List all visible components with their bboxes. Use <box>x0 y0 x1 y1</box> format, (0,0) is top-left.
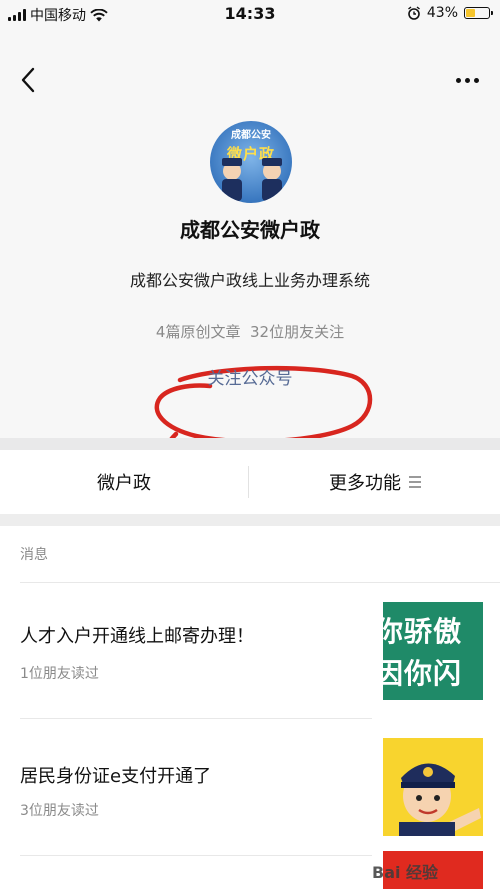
section-separator <box>0 514 500 526</box>
battery-fill <box>466 9 476 17</box>
account-stats: 4篇原创文章 32位朋友关注 <box>155 323 345 341</box>
thumbnail-text: 因你闪 <box>383 657 463 690</box>
menu-icon <box>409 476 421 488</box>
messages-header: 消息 <box>20 547 48 563</box>
avatar: 成都公安 微户政 <box>210 121 292 203</box>
article-read-count: 3位朋友读过 <box>20 803 99 819</box>
police-cartoon-icon <box>399 763 481 836</box>
chevron-left-icon <box>21 67 35 93</box>
divider <box>20 582 500 583</box>
alarm-icon <box>407 6 420 20</box>
tab-label: 微户政 <box>97 473 151 494</box>
tab-divider <box>248 466 249 498</box>
back-button[interactable] <box>14 64 42 96</box>
status-bar: 中国移动 14:33 43% <box>0 0 500 28</box>
more-dots-icon <box>455 77 461 83</box>
police-figures-icon <box>222 158 282 201</box>
divider <box>20 855 372 856</box>
account-description: 成都公安微户政线上业务办理系统 <box>129 271 370 290</box>
status-right: 43% <box>407 5 493 21</box>
tab-bar: 微户政 更多功能 <box>0 450 500 514</box>
article-title[interactable]: 人才入户开通线上邮寄办理！ <box>20 622 254 648</box>
article-read-count: 1位朋友读过 <box>20 666 99 682</box>
battery-icon <box>464 7 493 19</box>
divider <box>20 718 372 719</box>
watermark: Bai 经验 <box>372 863 439 882</box>
more-button[interactable] <box>452 68 482 92</box>
section-separator <box>0 438 500 450</box>
article-thumbnail[interactable] <box>383 738 483 836</box>
battery-percent: 43% <box>426 5 458 21</box>
account-name: 成都公安微户政 <box>180 218 320 242</box>
message-list: 消息 人才入户开通线上邮寄办理！ 1位朋友读过 你骄傲 因你闪 居民身份证e支付… <box>0 526 500 889</box>
tab-label: 更多功能 <box>329 473 401 494</box>
article-title[interactable]: 居民身份证e支付开通了 <box>20 762 211 788</box>
tab-more-functions[interactable]: 更多功能 <box>250 450 500 514</box>
article-thumbnail[interactable]: 你骄傲 因你闪 <box>383 602 483 700</box>
account-header: 成都公安 微户政 成都公安微户政 成都公安微户政线上业务办理系统 4篇原创文章 … <box>0 28 500 459</box>
tab-wei-huzheng[interactable]: 微户政 <box>0 450 248 514</box>
follow-button[interactable]: 关注公众号 <box>180 365 320 393</box>
thumbnail-text: 你骄傲 <box>383 615 463 648</box>
